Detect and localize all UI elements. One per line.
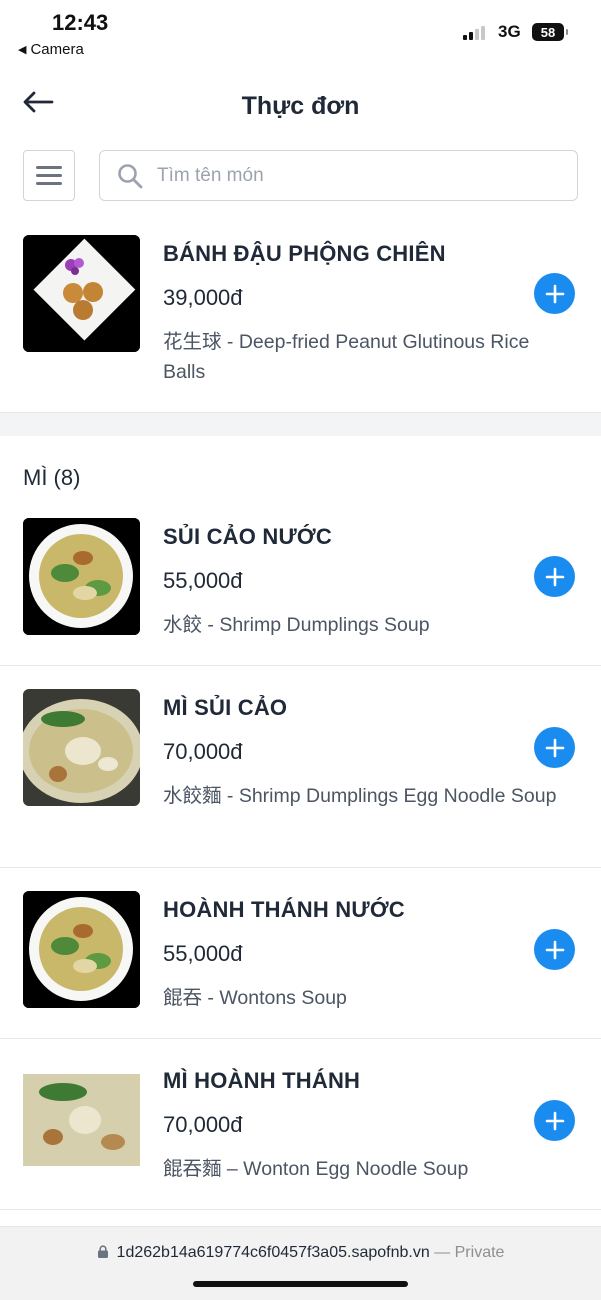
item-name: SỦI CẢO NƯỚC xyxy=(163,524,332,549)
search-input[interactable] xyxy=(157,164,557,187)
add-to-cart-button[interactable] xyxy=(534,273,575,314)
add-to-cart-button[interactable] xyxy=(534,1100,575,1141)
divider xyxy=(0,1209,601,1210)
signal-icon xyxy=(463,24,485,40)
browser-url-bar[interactable]: 1d262b14a619774c6f0457f3a05.sapofnb.vn —… xyxy=(0,1226,601,1300)
plus-icon xyxy=(545,738,564,757)
menu-item[interactable]: MÌ SỦI CẢO 70,000đ 水餃麵 - Shrimp Dumpling… xyxy=(0,689,601,867)
item-description: 水餃麵 - Shrimp Dumplings Egg Noodle Soup xyxy=(163,785,557,807)
battery-icon: 58 xyxy=(532,23,568,41)
add-to-cart-button[interactable] xyxy=(534,727,575,768)
item-description: 水餃 - Shrimp Dumplings Soup xyxy=(163,614,430,636)
page-title: Thực đơn xyxy=(241,92,360,120)
item-price: 55,000đ xyxy=(163,941,243,966)
item-image xyxy=(23,235,140,352)
item-description: 花生球 - Deep-fried Peanut Glutinous Rice B… xyxy=(163,331,530,383)
plus-icon xyxy=(545,1111,564,1130)
search-box[interactable] xyxy=(99,150,578,201)
divider xyxy=(0,867,601,868)
divider xyxy=(0,1038,601,1039)
divider xyxy=(0,665,601,666)
plus-icon xyxy=(545,940,564,959)
item-price: 39,000đ xyxy=(163,285,243,310)
item-price: 70,000đ xyxy=(163,1112,243,1137)
search-icon xyxy=(118,163,143,188)
url-text: 1d262b14a619774c6f0457f3a05.sapofnb.vn xyxy=(116,1244,430,1261)
item-image xyxy=(23,1062,140,1179)
battery-level: 58 xyxy=(540,24,556,40)
item-description: 餛吞 - Wontons Soup xyxy=(163,987,347,1009)
item-name: MÌ HOÀNH THÁNH xyxy=(163,1068,361,1093)
item-image xyxy=(23,891,140,1008)
item-name: BÁNH ĐẬU PHỘNG CHIÊN xyxy=(163,241,446,266)
status-bar: 12:43 ◀ Camera 3G 58 xyxy=(0,0,601,68)
item-price: 70,000đ xyxy=(163,739,243,764)
plus-icon xyxy=(545,567,564,586)
add-to-cart-button[interactable] xyxy=(534,929,575,970)
plus-icon xyxy=(545,284,564,303)
back-triangle-icon: ◀ xyxy=(18,44,27,56)
private-label: — Private xyxy=(434,1244,505,1261)
back-app-label: Camera xyxy=(30,41,84,58)
status-time: 12:43 xyxy=(52,10,109,35)
network-type: 3G xyxy=(498,22,521,41)
back-to-app-link[interactable]: ◀ Camera xyxy=(18,41,84,58)
item-image xyxy=(23,689,140,806)
item-name: HOÀNH THÁNH NƯỚC xyxy=(163,897,405,922)
category-menu-button[interactable] xyxy=(23,150,75,201)
lock-icon xyxy=(97,1245,108,1258)
home-indicator[interactable] xyxy=(193,1281,408,1287)
url-display[interactable]: 1d262b14a619774c6f0457f3a05.sapofnb.vn —… xyxy=(0,1244,601,1262)
hamburger-icon xyxy=(36,166,62,169)
toolbar xyxy=(0,150,601,202)
menu-item[interactable]: HOÀNH THÁNH NƯỚC 55,000đ 餛吞 - Wontons So… xyxy=(0,891,601,1038)
category-title: MÌ (8) xyxy=(23,465,81,490)
item-image xyxy=(23,518,140,635)
item-price: 55,000đ xyxy=(163,568,243,593)
menu-item[interactable]: BÁNH ĐẬU PHỘNG CHIÊN 39,000đ 花生球 - Deep-… xyxy=(0,235,601,412)
page-header: Thực đơn xyxy=(0,80,601,136)
item-description: 餛吞麵 – Wonton Egg Noodle Soup xyxy=(163,1158,469,1180)
item-name: MÌ SỦI CẢO xyxy=(163,695,288,720)
section-separator xyxy=(0,412,601,436)
menu-item[interactable]: SỦI CẢO NƯỚC 55,000đ 水餃 - Shrimp Dumplin… xyxy=(0,518,601,665)
add-to-cart-button[interactable] xyxy=(534,556,575,597)
menu-item[interactable]: MÌ HOÀNH THÁNH 70,000đ 餛吞麵 – Wonton Egg … xyxy=(0,1062,601,1209)
